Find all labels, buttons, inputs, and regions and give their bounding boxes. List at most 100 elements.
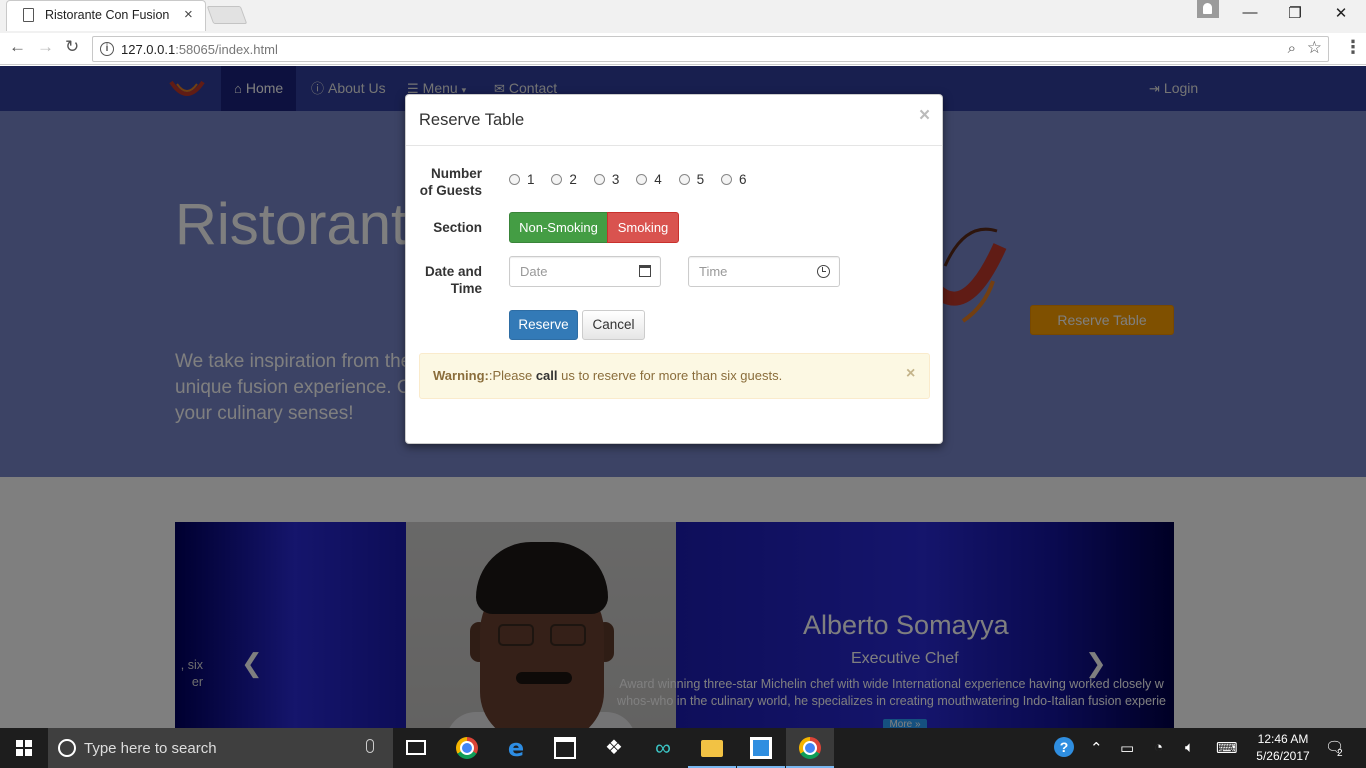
back-arrow-icon[interactable]: ← xyxy=(9,37,26,57)
keyboard-icon[interactable]: ⌨ xyxy=(1216,739,1238,757)
cortana-icon xyxy=(58,739,76,757)
modal-title: Reserve Table xyxy=(419,111,525,129)
guests-option-2[interactable]: 2 xyxy=(551,172,577,187)
browser-toolbar: ← → ↻ i 127.0.0.1:58065/index.html ⌕ ☆ ⋮ xyxy=(0,33,1366,65)
radio-button[interactable] xyxy=(509,173,520,185)
radio-button[interactable] xyxy=(636,173,648,185)
chevron-up-icon[interactable]: ⌃ xyxy=(1090,739,1103,757)
taskbar-dropbox[interactable]: ❖ xyxy=(590,728,638,768)
alert-text-2: us to reserve for more than six guests. xyxy=(557,368,783,383)
guests-option-label: 1 xyxy=(527,171,535,187)
guests-option-6[interactable]: 6 xyxy=(721,172,747,187)
windows-logo-icon xyxy=(16,740,32,756)
guests-radio-group: 1 2 3 4 5 6 xyxy=(509,170,760,187)
alert-message: Warning::Please call us to reserve for m… xyxy=(433,368,782,383)
taskbar-app[interactable] xyxy=(737,728,785,768)
radio-button[interactable] xyxy=(551,173,563,185)
new-tab-button[interactable] xyxy=(206,6,248,24)
microphone-icon[interactable] xyxy=(366,739,374,753)
zoom-icon[interactable]: ⌕ xyxy=(1288,40,1296,57)
page-icon xyxy=(23,8,34,22)
browser-tab-strip: Ristorante Con Fusion × — ❐ ✕ xyxy=(0,0,1366,33)
date-placeholder: Date xyxy=(520,264,548,279)
dropbox-icon: ❖ xyxy=(605,737,623,759)
taskbar-search[interactable]: Type here to search xyxy=(48,728,393,768)
person-icon xyxy=(1203,3,1212,14)
smoking-button[interactable]: Smoking xyxy=(607,212,679,243)
guests-label: Number of Guests xyxy=(420,165,482,199)
web-page: ⌂Home ⓘAbout Us ☰Menu ▾ ✉Contact ⇥Login … xyxy=(0,66,1366,728)
bookmark-star-icon[interactable]: ☆ xyxy=(1307,38,1322,58)
guests-label-line-1: Number xyxy=(430,166,482,181)
clock-time[interactable]: 12:46 AM xyxy=(1250,732,1316,746)
guests-option-5[interactable]: 5 xyxy=(678,171,705,187)
restore-button[interactable]: ❐ xyxy=(1275,4,1315,22)
time-placeholder: Time xyxy=(699,264,728,279)
store-icon xyxy=(554,737,576,759)
folder-icon xyxy=(701,740,723,757)
guests-option-label: 4 xyxy=(654,171,662,187)
reload-icon[interactable]: ↻ xyxy=(65,37,79,57)
taskbar-file-explorer[interactable] xyxy=(688,728,736,768)
help-icon[interactable]: ? xyxy=(1054,737,1074,757)
search-placeholder: Type here to search xyxy=(84,740,217,757)
address-bar[interactable]: i 127.0.0.1:58065/index.html ⌕ ☆ xyxy=(92,36,1329,62)
alert-text-1: :Please xyxy=(488,368,536,383)
close-window-button[interactable]: ✕ xyxy=(1321,4,1361,22)
taskbar-chrome-active[interactable] xyxy=(786,728,834,768)
wifi-icon[interactable]: ◔ xyxy=(1154,739,1163,756)
guests-option-label: 6 xyxy=(739,171,747,187)
radio-button[interactable] xyxy=(678,173,690,185)
alert-call: call xyxy=(535,368,558,383)
guests-option-1[interactable]: 1 xyxy=(509,172,535,187)
warning-alert: Warning::Please call us to reserve for m… xyxy=(419,353,930,399)
taskbar-store[interactable] xyxy=(541,728,589,768)
taskbar-arduino[interactable]: ∞ xyxy=(639,728,687,768)
non-smoking-button[interactable]: Non-Smoking xyxy=(509,212,608,243)
browser-menu-icon[interactable]: ⋮ xyxy=(1344,37,1362,58)
minimize-button[interactable]: — xyxy=(1230,4,1270,21)
task-view-icon xyxy=(406,740,426,755)
info-icon[interactable]: i xyxy=(100,42,114,56)
clock-date[interactable]: 5/26/2017 xyxy=(1250,749,1316,763)
alert-close-icon[interactable]: × xyxy=(906,365,915,383)
reserve-table-modal: Reserve Table × Number of Guests 1 2 3 4… xyxy=(405,94,943,444)
radio-button[interactable] xyxy=(593,173,605,185)
taskbar-edge[interactable]: e xyxy=(492,728,540,768)
modal-header: Reserve Table × xyxy=(406,95,942,146)
radio-button[interactable] xyxy=(721,173,733,185)
infinity-icon: ∞ xyxy=(655,735,671,760)
date-input[interactable]: Date xyxy=(509,256,661,287)
task-view-button[interactable] xyxy=(393,728,441,768)
datetime-label-line-1: Date and xyxy=(424,264,482,279)
tab-close-icon[interactable]: × xyxy=(184,6,193,23)
section-label: Section xyxy=(433,220,482,235)
calendar-icon[interactable] xyxy=(639,265,651,277)
browser-tab[interactable]: Ristorante Con Fusion × xyxy=(6,0,206,31)
forward-arrow-icon[interactable]: → xyxy=(37,37,54,57)
chrome-icon xyxy=(456,737,478,759)
edge-icon: e xyxy=(507,734,525,762)
start-button[interactable] xyxy=(0,728,48,768)
datetime-label: Date and Time xyxy=(425,263,482,297)
modal-close-icon[interactable]: × xyxy=(919,105,930,127)
windows-taskbar: Type here to search e ❖ ∞ ? ⌃ ▭ ◔ 🔈︎ ⌨ 1… xyxy=(0,728,1366,768)
guests-option-4[interactable]: 4 xyxy=(636,172,662,187)
url-text[interactable]: 127.0.0.1:58065/index.html xyxy=(121,42,278,57)
url-host: 127.0.0.1 xyxy=(121,42,176,57)
chrome-icon xyxy=(799,737,821,759)
reserve-button[interactable]: Reserve xyxy=(509,310,578,340)
taskbar-chrome[interactable] xyxy=(443,728,491,768)
battery-icon[interactable]: ▭ xyxy=(1120,739,1134,757)
cancel-button[interactable]: Cancel xyxy=(582,310,645,340)
time-input[interactable]: Time xyxy=(688,256,840,287)
url-path: :58065/index.html xyxy=(175,42,278,57)
guests-option-label: 2 xyxy=(569,171,577,187)
profile-button[interactable] xyxy=(1197,0,1219,18)
tab-title: Ristorante Con Fusion xyxy=(45,8,170,22)
volume-icon[interactable]: 🔈︎ xyxy=(1185,739,1194,756)
alert-strong: Warning: xyxy=(433,368,489,383)
clock-icon[interactable] xyxy=(817,265,830,278)
guests-option-3[interactable]: 3 xyxy=(593,172,619,187)
guests-option-label: 5 xyxy=(696,171,705,187)
